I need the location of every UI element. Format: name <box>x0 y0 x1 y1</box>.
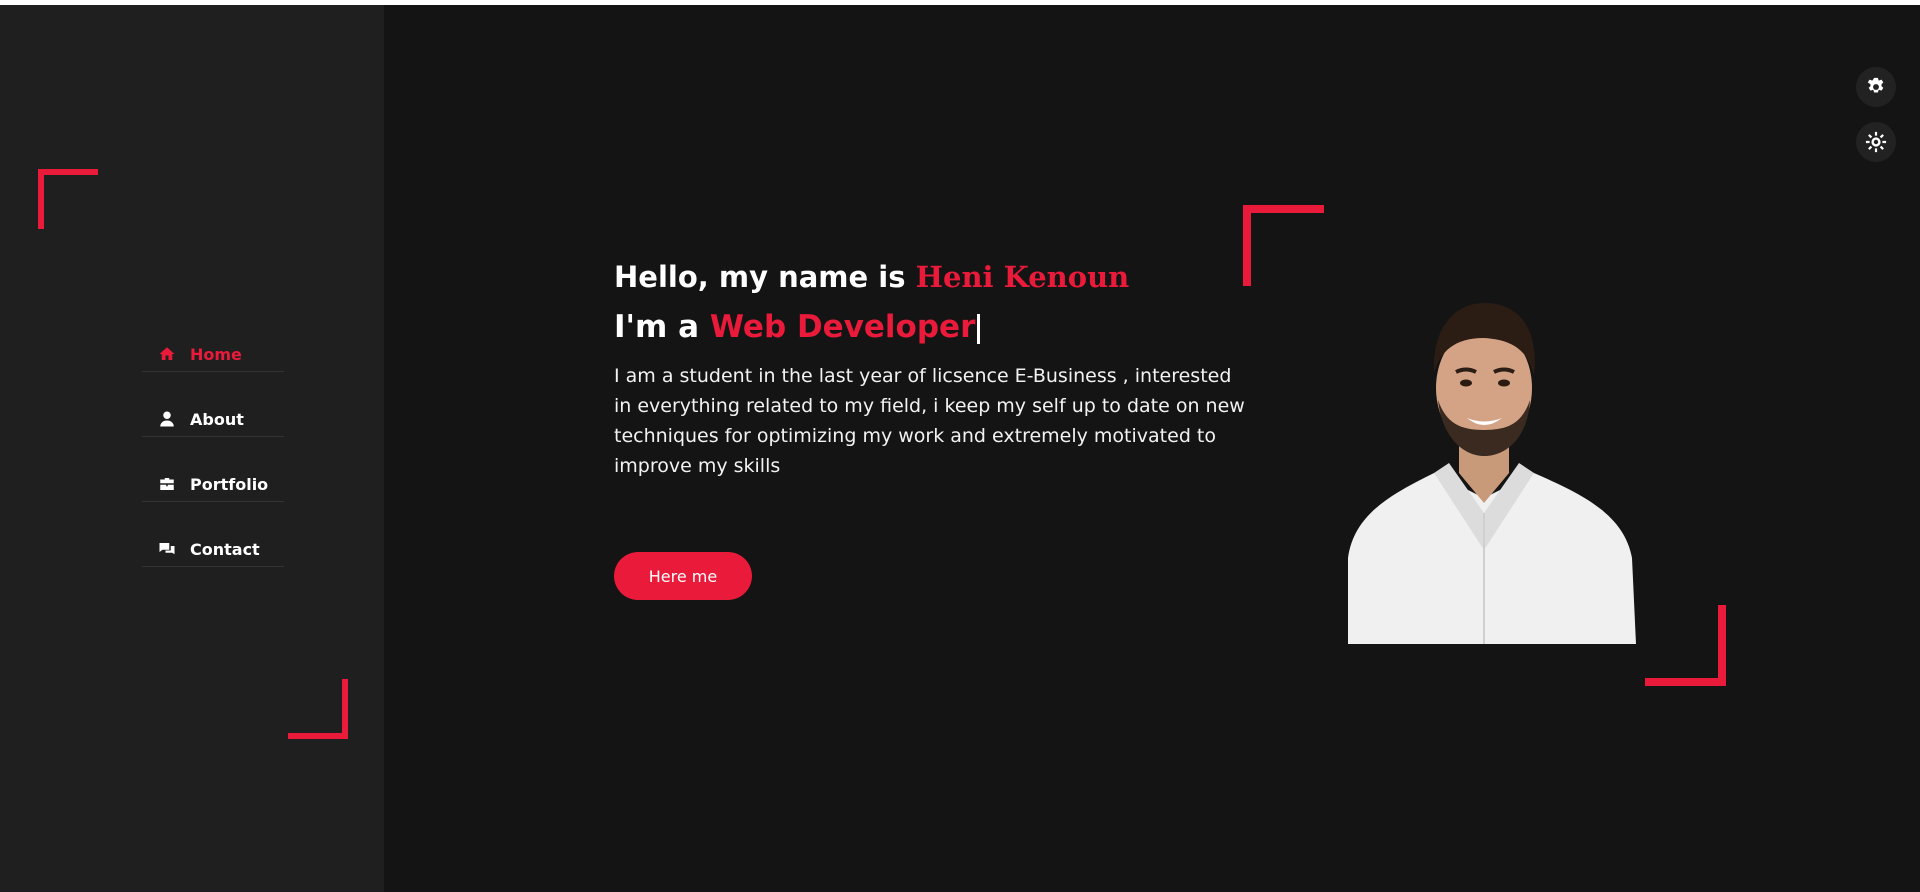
briefcase-icon <box>160 478 174 490</box>
hero-bio: I am a student in the last year of licse… <box>614 365 1245 477</box>
photo-corner-bottom-right <box>1645 605 1726 686</box>
nav-item-contact[interactable]: Contact <box>142 532 285 567</box>
comments-icon <box>159 543 175 555</box>
nav-item-label: About <box>190 409 244 429</box>
hero-section: Hello, my name is Heni Kenoun I'm a Web … <box>614 255 1254 481</box>
sidebar-corner-bottom-right <box>288 679 348 739</box>
hero-name: Heni Kenoun <box>915 260 1130 294</box>
here-me-button[interactable]: Here me <box>614 552 752 600</box>
nav-item-label: Contact <box>190 539 260 559</box>
profile-photo <box>1348 302 1636 644</box>
hero-role: I'm a Web Developer <box>614 303 1254 351</box>
nav-item-label: Home <box>190 344 242 364</box>
typing-caret <box>977 313 981 344</box>
hero-greeting: Hello, my name is Heni Kenoun <box>614 255 1254 299</box>
sidebar: Home About Portfolio Contact <box>0 5 384 892</box>
gear-icon <box>1867 77 1884 93</box>
settings-button[interactable] <box>1856 67 1896 107</box>
nav-item-label: Portfolio <box>190 474 269 494</box>
nav-menu: Home About Portfolio Contact <box>142 337 285 597</box>
nav-item-portfolio[interactable]: Portfolio <box>142 467 285 502</box>
role-title: Web Developer <box>709 309 976 345</box>
sun-icon <box>1865 131 1887 153</box>
sidebar-corner-top-left <box>38 169 98 229</box>
nav-item-about[interactable]: About <box>142 402 285 437</box>
photo-corner-top-left <box>1243 205 1324 286</box>
user-icon <box>160 411 174 427</box>
theme-toggle-button[interactable] <box>1856 122 1896 162</box>
greeting-text: Hello, my name is <box>614 260 906 294</box>
role-prefix: I'm a <box>614 309 700 345</box>
nav-item-home[interactable]: Home <box>142 337 285 372</box>
home-icon <box>159 347 175 360</box>
